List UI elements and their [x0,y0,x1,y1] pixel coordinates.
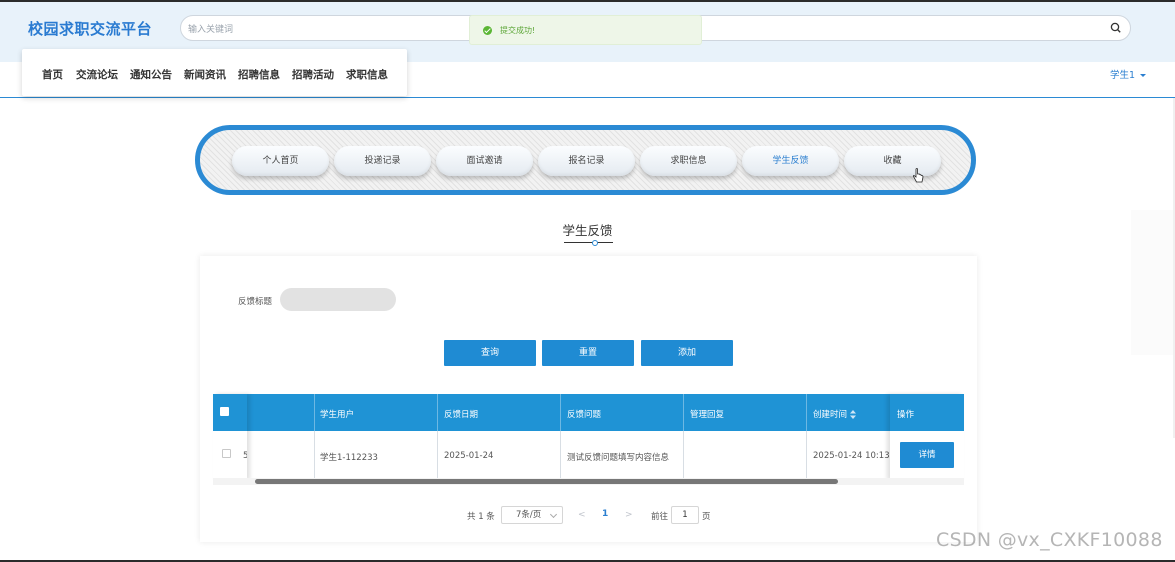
column-divider [683,431,684,480]
column-header-created[interactable]: 创建时间 [813,408,857,420]
site-logo-title[interactable]: 校园求职交流平台 [28,18,152,39]
page-size-value[interactable]: 7条/页 [516,510,541,520]
tab-job-seeking[interactable]: 求职信息 [640,146,737,176]
nav-menu-card: 首页 交流论坛 通知公告 新闻资讯 招聘信息 招聘活动 求职信息 [22,49,407,96]
hand-cursor-icon [913,168,924,183]
chevron-down-icon [1140,74,1146,77]
column-header-reply[interactable]: 管理回复 [690,408,724,420]
tab-interview-invites[interactable]: 面试邀请 [436,146,533,176]
pagination-total: 共 1 条 [467,512,495,522]
chevron-down-icon [549,510,558,519]
nav-item-home[interactable]: 首页 [42,67,63,82]
column-divider [560,394,561,431]
nav-item-job-seeking[interactable]: 求职信息 [346,67,388,82]
detail-button[interactable]: 详情 [900,442,954,468]
nav-item-jobs[interactable]: 招聘信息 [238,67,280,82]
row-checkbox[interactable] [222,449,231,458]
fixed-left-header [213,394,247,431]
query-button[interactable]: 查询 [444,340,536,366]
table-row: 学生1-112233 2025-01-24 测试反馈问题填写内容信息 2025-… [213,431,964,480]
column-divider [314,394,315,431]
column-header-date[interactable]: 反馈日期 [444,408,478,420]
toast-message: 提交成功! [500,26,536,35]
goto-page-suffix: 页 [702,512,711,522]
column-header-created-label[interactable]: 创建时间 [813,410,847,420]
prev-page-button[interactable]: < [578,510,586,520]
goto-label: 前往 [651,512,669,522]
check-circle-icon [483,26,492,35]
page-number-current[interactable]: 1 [602,509,608,519]
reset-button[interactable]: 重置 [542,340,634,366]
column-divider [437,431,438,480]
goto-page-input[interactable]: 1 [671,506,699,524]
select-all-checkbox[interactable] [220,407,229,416]
watermark-text: CSDN @vx_CXKF10088 [936,529,1163,551]
main-nav: 首页 交流论坛 通知公告 新闻资讯 招聘信息 招聘活动 求职信息 学生1 [0,49,1175,98]
column-divider [806,394,807,431]
filter-label: 反馈标题 [238,297,273,307]
add-button[interactable]: 添加 [641,340,733,366]
cell-question: 测试反馈问题填写内容信息 [567,453,670,463]
right-edge-panel [1131,210,1175,355]
column-header-actions: 操作 [897,410,915,420]
search-icon[interactable] [1109,21,1123,35]
tab-student-feedback[interactable]: 学生反馈 [742,146,839,176]
column-divider [314,431,315,480]
tab-applications[interactable]: 投递记录 [334,146,431,176]
next-page-button[interactable]: > [625,510,633,520]
cell-date: 2025-01-24 [444,451,494,461]
column-divider [806,431,807,480]
column-header-question[interactable]: 反馈问题 [567,408,601,420]
cell-user: 学生1-112233 [320,453,378,463]
nav-item-notices[interactable]: 通知公告 [130,67,172,82]
nav-item-news[interactable]: 新闻资讯 [184,67,226,82]
column-divider [560,431,561,480]
title-underline [564,242,613,243]
fixed-right-header: 操作 [890,394,964,431]
center-tabs: 个人首页 投递记录 面试邀请 报名记录 求职信息 学生反馈 收藏 [195,125,976,195]
tab-favorites[interactable]: 收藏 [844,146,941,176]
table-header: 学生用户 反馈日期 反馈问题 管理回复 创建时间 [213,394,964,431]
fixed-left-cell: 5 [213,431,247,480]
search-input[interactable]: 输入关键词 [188,22,233,35]
nav-item-recruit-events[interactable]: 招聘活动 [292,67,334,82]
title-dot [592,240,598,246]
feedback-title-input[interactable] [280,288,396,311]
user-name[interactable]: 学生1 [1110,70,1135,81]
scrollbar-thumb[interactable] [255,479,838,484]
column-divider [437,394,438,431]
page-size-select[interactable]: 7条/页 [501,506,563,524]
sort-icon[interactable] [850,410,857,419]
column-header-user[interactable]: 学生用户 [320,408,354,420]
cell-partial: 5 [243,451,247,461]
column-divider [683,394,684,431]
user-menu[interactable]: 学生1 [1110,67,1146,81]
tab-personal-home[interactable]: 个人首页 [232,146,329,176]
tab-registrations[interactable]: 报名记录 [538,146,635,176]
success-toast: 提交成功! [469,15,702,45]
page-title: 学生反馈 [562,223,613,238]
nav-item-forum[interactable]: 交流论坛 [76,67,118,82]
